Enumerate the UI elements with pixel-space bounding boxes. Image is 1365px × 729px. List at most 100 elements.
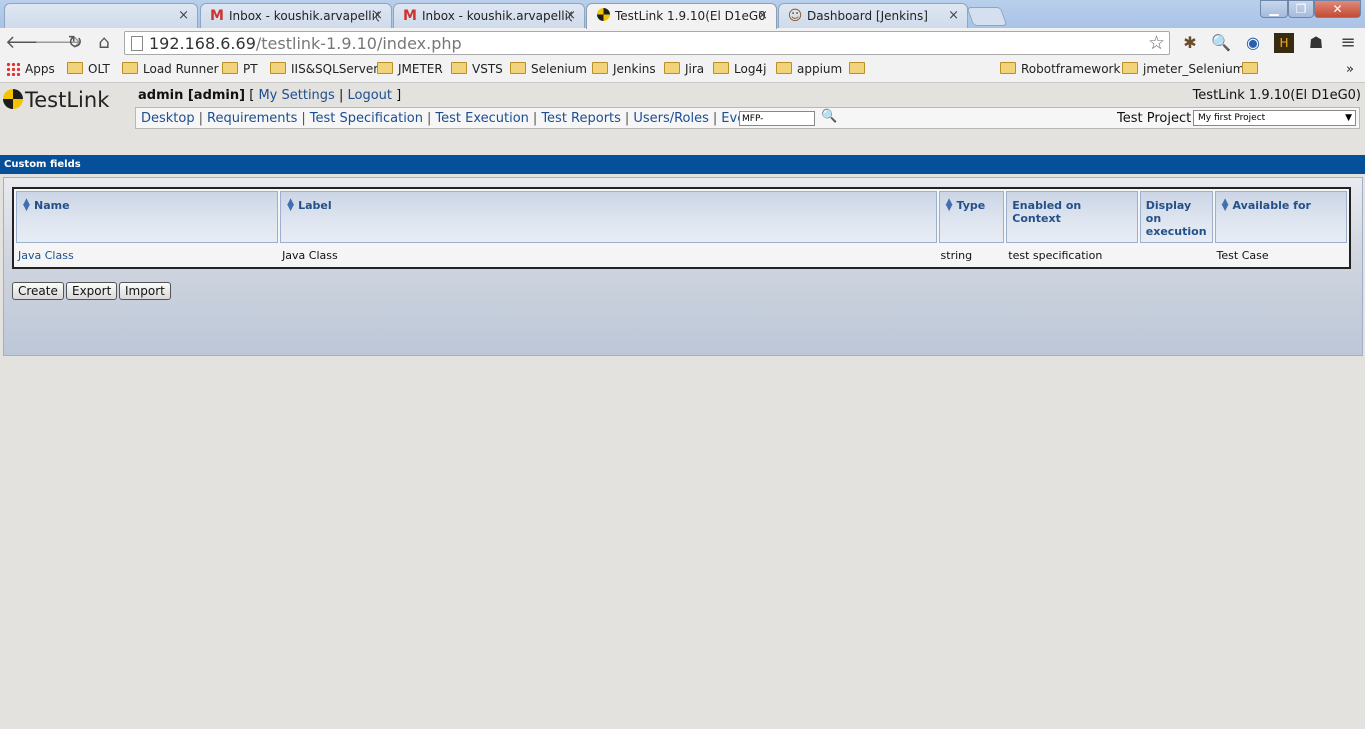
back-arrow-icon[interactable]: 🡐	[5, 32, 53, 54]
export-button[interactable]: Export	[66, 282, 118, 300]
browser-tab-gmail-1[interactable]: M Inbox - koushik.arvapelli@ ×	[200, 3, 392, 28]
bookmark-folder[interactable]: Load Runner	[122, 62, 219, 76]
close-window-icon[interactable]: ✕	[1314, 0, 1361, 18]
menu-requirements[interactable]: Requirements	[207, 111, 297, 126]
tab-close-icon[interactable]: ×	[178, 8, 189, 23]
browser-tab-blank[interactable]: ×	[4, 3, 198, 28]
magnifier-search-icon[interactable]: 🔍	[821, 109, 837, 124]
maximize-icon[interactable]: ❐	[1288, 0, 1314, 18]
create-button[interactable]: Create	[12, 282, 64, 300]
extension-bug-icon[interactable]: ✱	[1180, 33, 1200, 53]
bookmark-folder[interactable]: JMETER	[377, 62, 443, 76]
folder-icon	[510, 62, 526, 74]
my-settings-link[interactable]: My Settings	[258, 88, 334, 103]
bookmark-folder[interactable]: PT	[222, 62, 258, 76]
bookmarks-bar: Apps OLT Load Runner PT IIS&SQLServer JM…	[0, 58, 1365, 83]
bookmark-folder-redacted[interactable]	[849, 62, 870, 76]
bookmark-folder[interactable]: OLT	[67, 62, 110, 76]
tab-close-icon[interactable]: ×	[948, 8, 959, 23]
bookmark-folder[interactable]: VSTS	[451, 62, 503, 76]
user-info-line: admin [admin] [ My Settings | Logout ]	[138, 88, 402, 103]
testlink-logo-icon	[3, 89, 23, 109]
custom-fields-table-container: ▲ ▼ Name ▲ ▼ Label ▲ ▼ Type Enabled on Context…	[12, 187, 1351, 269]
section-title: Custom fields	[0, 155, 1365, 174]
cell-name[interactable]: Java Class	[16, 245, 279, 265]
testcase-search-input[interactable]: MFP-	[739, 111, 815, 126]
test-project-label: Test Project	[1117, 111, 1192, 126]
tab-close-icon[interactable]: ×	[372, 8, 383, 23]
browser-tab-strip: × M Inbox - koushik.arvapelli@ × M Inbox…	[0, 0, 1365, 29]
folder-icon	[1122, 62, 1138, 74]
dropdown-arrow-icon: ▼	[1345, 113, 1352, 123]
tab-close-icon[interactable]: ×	[565, 8, 576, 23]
browser-tab-jenkins[interactable]: ☺ Dashboard [Jenkins] ×	[778, 3, 968, 28]
jenkins-icon: ☺	[787, 8, 803, 24]
bookmark-star-icon[interactable]: ☆	[1148, 32, 1165, 54]
bookmark-folder[interactable]: jmeter_Selenium	[1122, 62, 1244, 76]
sort-arrows-icon: ▲ ▼	[945, 197, 953, 213]
app-version: TestLink 1.9.10(El D1eG0)	[1192, 88, 1361, 103]
tab-title: Dashboard [Jenkins]	[807, 9, 928, 23]
custom-field-link[interactable]: Java Class	[18, 249, 74, 262]
folder-icon	[67, 62, 83, 74]
gmail-icon: M	[403, 8, 417, 24]
minimize-icon[interactable]: ▁	[1260, 0, 1288, 18]
cell-context: test specification	[1006, 245, 1138, 265]
cell-available-for: Test Case	[1214, 245, 1347, 265]
bookmark-apps[interactable]: Apps	[6, 62, 55, 76]
test-project-select[interactable]: My first Project ▼	[1193, 110, 1356, 126]
column-header-name[interactable]: ▲ ▼ Name	[16, 191, 279, 243]
extension-search-icon[interactable]: 🔍	[1211, 33, 1231, 53]
tab-close-icon[interactable]: ×	[757, 8, 768, 23]
tab-title: Inbox - koushik.arvapelli@	[422, 9, 572, 23]
bookmark-folder[interactable]: Jira	[664, 62, 704, 76]
menu-users-roles[interactable]: Users/Roles	[633, 111, 709, 126]
menu-test-reports[interactable]: Test Reports	[541, 111, 621, 126]
menu-hamburger-icon[interactable]: ≡	[1338, 33, 1358, 53]
column-header-available-for[interactable]: ▲ ▼ Available for	[1214, 191, 1347, 243]
folder-icon	[377, 62, 393, 74]
folder-icon	[592, 62, 608, 74]
bookmark-folder[interactable]: Jenkins	[592, 62, 656, 76]
bookmark-folder[interactable]: Selenium	[510, 62, 587, 76]
folder-icon	[222, 62, 238, 74]
folder-icon	[664, 62, 680, 74]
bookmark-folder-redacted[interactable]	[1242, 62, 1263, 76]
menu-test-execution[interactable]: Test Execution	[435, 111, 529, 126]
bookmark-folder[interactable]: Log4j	[713, 62, 766, 76]
extension-globe-icon[interactable]: ◉	[1243, 33, 1263, 53]
extension-h-icon[interactable]: H	[1274, 33, 1294, 53]
folder-icon	[849, 62, 865, 74]
bookmark-folder[interactable]: appium	[776, 62, 842, 76]
folder-icon	[122, 62, 138, 74]
folder-icon	[270, 62, 286, 74]
testlink-logo[interactable]: TestLink	[3, 88, 109, 112]
bookmark-folder[interactable]: IIS&SQLServer	[270, 62, 378, 76]
page-icon	[131, 36, 143, 51]
import-button[interactable]: Import	[119, 282, 171, 300]
column-header-enabled-on-context: Enabled on Context	[1006, 191, 1138, 243]
browser-tab-gmail-2[interactable]: M Inbox - koushik.arvapelli@ ×	[393, 3, 585, 28]
custom-fields-table: ▲ ▼ Name ▲ ▼ Label ▲ ▼ Type Enabled on Context…	[14, 189, 1349, 267]
column-header-label[interactable]: ▲ ▼ Label	[280, 191, 937, 243]
column-header-type[interactable]: ▲ ▼ Type	[938, 191, 1005, 243]
current-user: admin [admin]	[138, 88, 246, 103]
menu-test-specification[interactable]: Test Specification	[310, 111, 423, 126]
bookmark-folder[interactable]: Robotframework	[1000, 62, 1120, 76]
cell-display	[1139, 245, 1213, 265]
home-icon[interactable]: ⌂	[92, 32, 116, 54]
address-bar[interactable]: 192.168.6.69/testlink-1.9.10/index.php ☆	[124, 31, 1170, 55]
folder-icon	[1242, 62, 1258, 74]
reload-icon[interactable]: ↻	[63, 32, 87, 54]
new-tab-button[interactable]	[966, 7, 1008, 26]
extension-robot-icon[interactable]: ☗	[1306, 33, 1326, 53]
logout-link[interactable]: Logout	[348, 88, 393, 103]
cell-type: string	[938, 245, 1005, 265]
tab-title: TestLink 1.9.10(El D1eG0)	[615, 9, 765, 23]
menu-desktop[interactable]: Desktop	[141, 111, 195, 126]
bookmarks-overflow-chevron-icon[interactable]: »	[1346, 62, 1354, 77]
apps-grid-icon	[6, 62, 20, 76]
forward-arrow-icon[interactable]: 🡒	[34, 32, 82, 54]
browser-tab-testlink[interactable]: TestLink 1.9.10(El D1eG0) ×	[586, 3, 777, 29]
column-header-display-on-execution: Display on execution	[1139, 191, 1213, 243]
